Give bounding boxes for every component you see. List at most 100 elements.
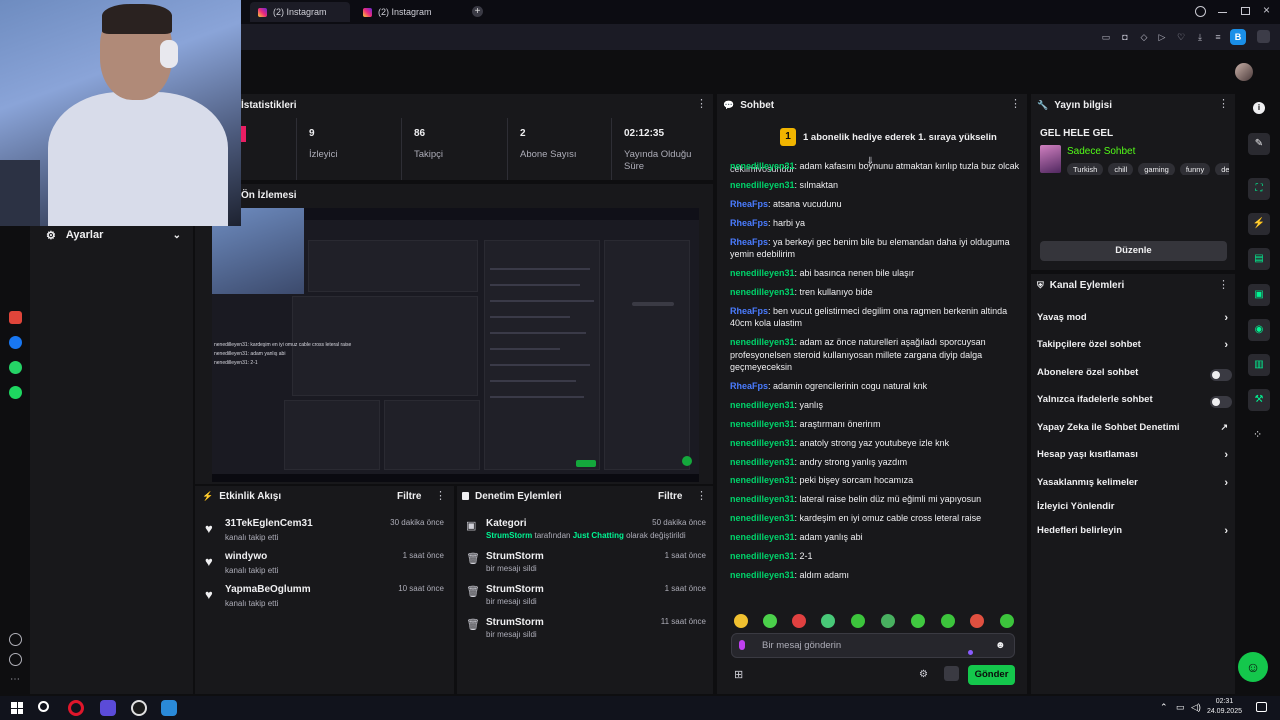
chat-username[interactable]: nenedilleyen31 [730, 457, 795, 467]
obs-icon[interactable] [131, 700, 147, 716]
history-icon[interactable] [9, 653, 22, 666]
more-options-icon[interactable]: ⋮ [1010, 97, 1021, 110]
followers-only-row[interactable]: Takipçilere özel sohbet › [1037, 339, 1232, 357]
network-icon[interactable]: ▭ [1176, 702, 1185, 713]
chat-message-input[interactable]: Bir mesaj gönderin [731, 633, 1015, 658]
app-icon[interactable] [9, 311, 22, 324]
emote-icon[interactable] [1000, 614, 1014, 628]
chat-username[interactable]: nenedilleyen31 [730, 268, 795, 278]
goals-row[interactable]: Hedefleri belirleyin › [1037, 525, 1232, 543]
mod-action-user[interactable]: StrumStorm [486, 584, 544, 595]
search-icon[interactable] [38, 701, 49, 712]
mod-action-user[interactable]: StrumStorm [486, 551, 544, 562]
windows-start-icon[interactable] [11, 702, 23, 714]
mod-action-user[interactable]: StrumStorm [486, 617, 544, 628]
more-options-icon[interactable]: ⋮ [1218, 97, 1229, 110]
emote-icon[interactable] [881, 614, 895, 628]
emote-icon[interactable] [911, 614, 925, 628]
minimize-icon[interactable] [1218, 12, 1227, 13]
user-avatar[interactable] [1235, 63, 1253, 81]
profile-avatar[interactable]: B [1230, 29, 1246, 45]
maximize-icon[interactable] [1241, 7, 1250, 15]
category-name[interactable]: Just Chatting [573, 531, 624, 540]
emote-icon[interactable] [970, 614, 984, 628]
more-icon[interactable]: ⋯ [10, 674, 20, 685]
emote-icon[interactable] [851, 614, 865, 628]
menu-icon[interactable]: ≡ [1213, 32, 1223, 42]
emoji-icon[interactable]: ☻ [995, 640, 1006, 651]
chat-username[interactable]: nenedilleyen31 [730, 532, 795, 542]
ai-moderation-row[interactable]: Yapay Zeka ile Sohbet Denetimi ↗ [1037, 422, 1232, 440]
chat-username[interactable]: RheaFps [730, 218, 768, 228]
tag-chip[interactable]: Turkish [1067, 163, 1104, 175]
emote-icon[interactable] [792, 614, 806, 628]
pencil-icon[interactable]: ✎ [1248, 133, 1270, 155]
spotify-icon[interactable] [9, 386, 22, 399]
notification-icon[interactable] [1256, 702, 1267, 712]
slow-mode-row[interactable]: Yavaş mod › [1037, 312, 1232, 330]
emote-only-toggle[interactable] [1210, 396, 1232, 408]
discord-icon[interactable] [100, 700, 116, 716]
search-icon[interactable] [1195, 6, 1206, 17]
shield-icon[interactable]: ◇ [1139, 32, 1149, 42]
chat-username[interactable]: nenedilleyen31 [730, 438, 795, 448]
chat-username[interactable]: nenedilleyen31 [730, 180, 795, 190]
screenshot-icon[interactable]: ▭ [1101, 32, 1111, 42]
mod-filter[interactable]: Filtre [658, 484, 682, 508]
crop-icon[interactable]: ⛶ [1248, 178, 1270, 200]
activity-username[interactable]: 31TekEglenCem31 [225, 518, 313, 529]
play-icon[interactable]: ▷ [1157, 32, 1167, 42]
banned-words-row[interactable]: Yasaklanmış kelimeler › [1037, 477, 1232, 495]
chat-username[interactable]: RheaFps [730, 199, 768, 209]
extension-icon[interactable] [1257, 30, 1270, 43]
browser-tab[interactable]: (2) Instagram [250, 2, 350, 22]
whatsapp-icon[interactable] [9, 361, 22, 374]
tag-chip[interactable]: chill [1108, 163, 1134, 175]
chat-username[interactable]: RheaFps [730, 306, 768, 316]
tray-chevron-icon[interactable]: ⌃ [1160, 702, 1168, 713]
emote-icon[interactable] [941, 614, 955, 628]
settings-row[interactable]: ⚙ Ayarlar ⌄ [30, 224, 193, 246]
messenger-icon[interactable] [9, 336, 22, 349]
activity-username[interactable]: YapmaBeOglumm [225, 584, 311, 595]
document-icon[interactable]: ▤ [1248, 248, 1270, 270]
send-button[interactable]: Gönder [968, 665, 1015, 685]
chat-username[interactable]: nenedilleyen31 [730, 513, 795, 523]
system-clock[interactable]: 02:31 24.09.2025 [1207, 697, 1242, 717]
download-icon[interactable]: ⤓ [1195, 32, 1205, 42]
apps-icon[interactable]: ⁘ [1253, 428, 1262, 441]
edit-button[interactable]: Düzenle [1040, 241, 1227, 261]
chat-username[interactable]: nenedilleyen31 [730, 494, 795, 504]
heart-outline-icon[interactable] [9, 633, 22, 646]
emote-icon[interactable] [763, 614, 777, 628]
actor-name[interactable]: StrumStorm [486, 531, 532, 540]
gear-icon[interactable]: ⚙ [919, 669, 928, 680]
chat-username[interactable]: nenedilleyen31 [730, 551, 795, 561]
app-icon[interactable] [161, 700, 177, 716]
browser-tab[interactable]: (2) Instagram [355, 2, 465, 22]
broadcast-icon[interactable]: ◉ [1248, 319, 1270, 341]
microphone-icon[interactable] [739, 640, 745, 650]
gift-icon[interactable]: ⊞ [734, 668, 743, 681]
emote-icon[interactable] [734, 614, 748, 628]
points-icon[interactable] [944, 666, 959, 681]
chat-username[interactable]: RheaFps [730, 237, 768, 247]
volume-icon[interactable]: ◁) [1191, 702, 1201, 713]
chat-icon[interactable]: ▣ [1248, 284, 1270, 306]
account-age-row[interactable]: Hesap yaşı kısıtlaması › [1037, 449, 1232, 467]
more-options-icon[interactable]: ⋮ [696, 97, 707, 110]
camera-icon[interactable]: ◘ [1120, 32, 1130, 42]
tag-chip[interactable]: de [1215, 163, 1229, 175]
tag-chip[interactable]: funny [1179, 163, 1211, 175]
raid-row[interactable]: İzleyici Yönlendir [1037, 501, 1232, 519]
tag-chip[interactable]: gaming [1138, 163, 1175, 175]
opera-icon[interactable] [68, 700, 84, 716]
chat-username[interactable]: nenedilleyen31 [730, 287, 795, 297]
stream-category[interactable]: Sadece Sohbet [1067, 146, 1135, 157]
chat-username[interactable]: nenedilleyen31 [730, 419, 795, 429]
chat-username[interactable]: nenedilleyen31 [730, 570, 795, 580]
chat-username[interactable]: RheaFps [730, 381, 768, 391]
activity-username[interactable]: windywo [225, 551, 267, 562]
more-options-icon[interactable]: ⋮ [1218, 278, 1229, 291]
subscribers-only-toggle[interactable] [1210, 369, 1232, 381]
